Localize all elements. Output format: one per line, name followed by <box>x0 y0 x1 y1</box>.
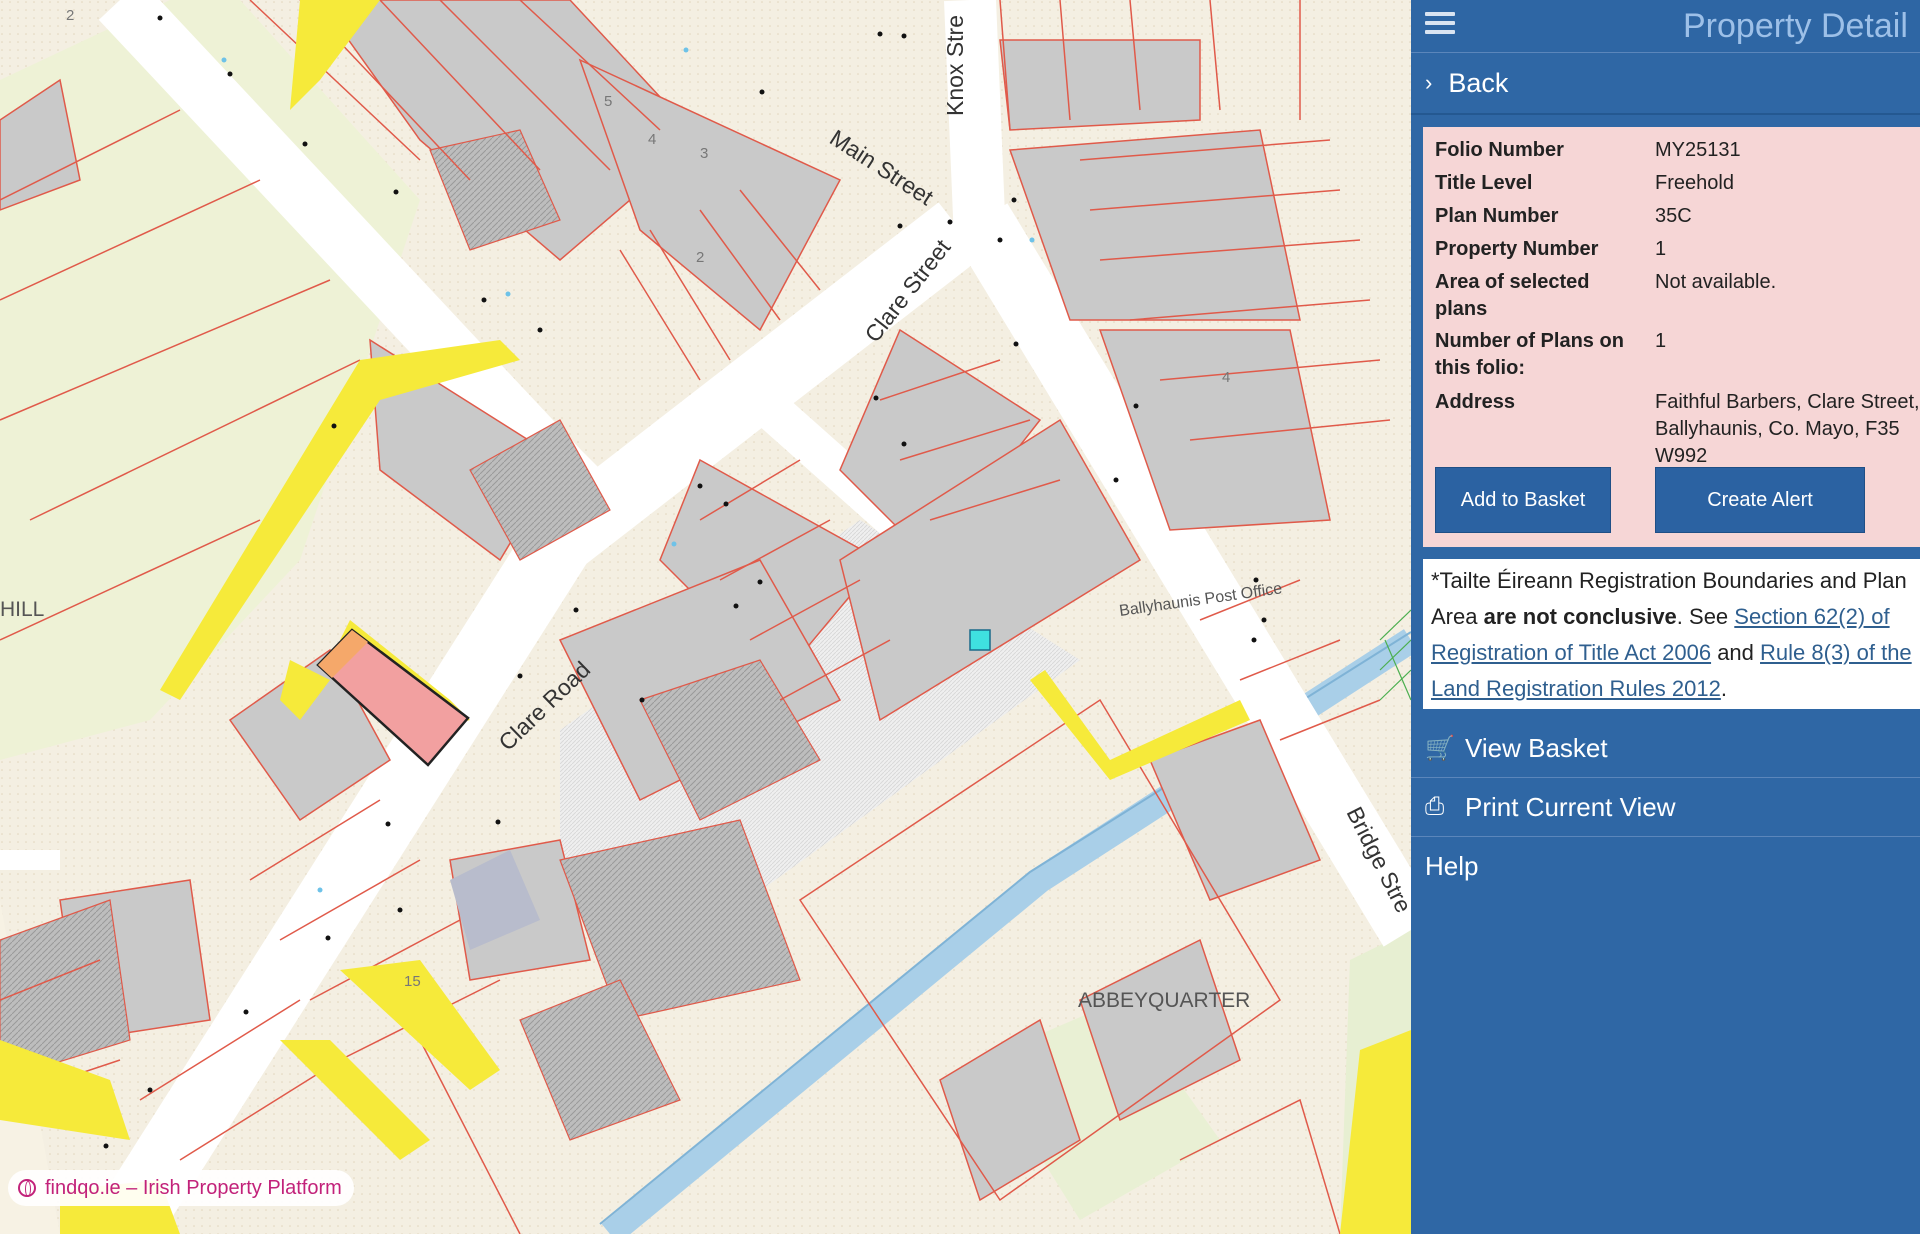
panel-header: Property Detail <box>1411 0 1920 53</box>
svg-text:2: 2 <box>66 7 74 24</box>
print-current-view-button[interactable]: ⎙ Print Current View <box>1411 778 1920 837</box>
detail-key: Plan Number <box>1435 205 1559 227</box>
chevron-right-icon: › <box>1425 70 1433 95</box>
print-current-view-label: Print Current View <box>1465 791 1676 822</box>
svg-text:15: 15 <box>404 973 421 990</box>
detail-key: Folio Number <box>1435 139 1564 161</box>
detail-key: Number of Plans on this folio: <box>1435 330 1624 379</box>
add-to-basket-button[interactable]: Add to Basket <box>1435 467 1611 533</box>
detail-value: Faithful Barbers, Clare Street, Ballyhau… <box>1655 391 1920 467</box>
hill-label: HILL <box>0 598 44 621</box>
detail-key: Title Level <box>1435 172 1533 194</box>
svg-text:4: 4 <box>648 131 656 148</box>
help-label: Help <box>1425 850 1479 881</box>
notice-bold: are not conclusive <box>1483 604 1677 629</box>
property-detail-panel: Property Detail › Back Folio Number MY25… <box>1411 0 1920 1234</box>
panel-title: Property Detail <box>1683 7 1908 45</box>
globe-icon <box>18 1179 36 1197</box>
notice-end: . <box>1720 676 1727 701</box>
back-label: Back <box>1448 67 1509 98</box>
svg-text:3: 3 <box>700 145 708 162</box>
create-alert-button[interactable]: Create Alert <box>1655 467 1865 533</box>
watermark: findqo.ie – Irish Property Platform <box>8 1170 354 1206</box>
watermark-text: findqo.ie – Irish Property Platform <box>45 1176 342 1199</box>
detail-value: MY25131 <box>1655 139 1741 161</box>
detail-key: Property Number <box>1435 238 1599 260</box>
back-button[interactable]: › Back <box>1411 53 1920 115</box>
detail-key: Address <box>1435 391 1516 413</box>
detail-value: 35C <box>1655 205 1692 227</box>
detail-value: 1 <box>1655 238 1667 260</box>
detail-value: Freehold <box>1655 172 1734 194</box>
cart-icon: 🛒 <box>1425 734 1455 762</box>
map-canvas[interactable]: Main Street Knox Stre Clare Street Clare… <box>0 0 1411 1234</box>
svg-text:4: 4 <box>1222 369 1230 386</box>
location-marker[interactable] <box>969 629 991 651</box>
map-view[interactable]: Main Street Knox Stre Clare Street Clare… <box>0 0 1411 1234</box>
knox-street-label: Knox Stre <box>942 15 968 116</box>
detail-value: Not available. <box>1655 271 1777 293</box>
help-button[interactable]: Help <box>1411 837 1920 895</box>
view-basket-label: View Basket <box>1465 732 1608 763</box>
view-basket-button[interactable]: 🛒 View Basket <box>1411 719 1920 778</box>
disclaimer-notice: *Tailte Éireann Registration Boundaries … <box>1423 559 1920 709</box>
notice-and: and <box>1717 640 1754 665</box>
abbeyquarter-label: ABBEYQUARTER <box>1078 989 1250 1012</box>
notice-mid: . See <box>1676 604 1729 629</box>
hamburger-menu-icon[interactable] <box>1425 12 1455 38</box>
print-icon: ⎙ <box>1425 793 1445 820</box>
detail-key: Area of selected plans <box>1435 271 1590 320</box>
svg-text:5: 5 <box>604 93 612 110</box>
property-details-card: Folio Number MY25131 Title Level Freehol… <box>1423 127 1920 547</box>
detail-value: 1 <box>1655 330 1667 352</box>
svg-text:2: 2 <box>696 249 704 266</box>
